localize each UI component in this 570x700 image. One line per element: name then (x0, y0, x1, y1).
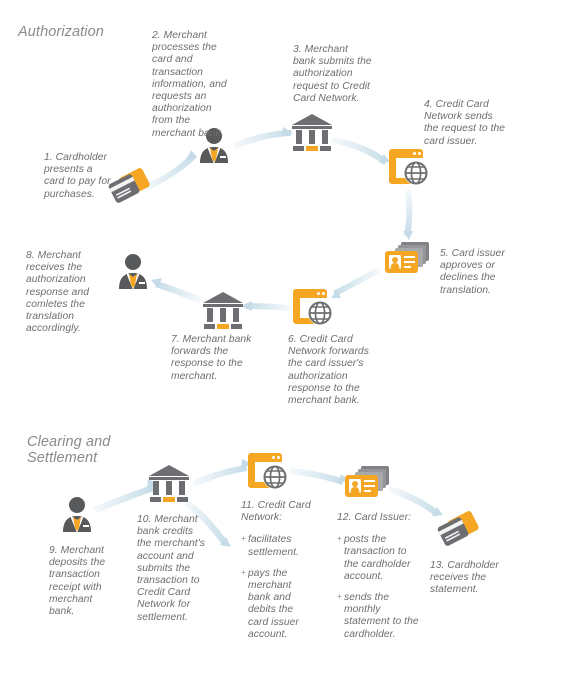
node-icon-credit-card-step13 (437, 510, 483, 554)
node-icon-bank-step10 (147, 463, 191, 503)
caption-step-6: 6. Credit Card Network forwards the card… (288, 334, 369, 407)
merchant-person-icon (119, 254, 147, 290)
caption-step-8: 8. Merchant receives the authorization r… (26, 250, 89, 335)
credit-card-icon (437, 511, 479, 546)
bullet-item: posts the transaction to the cardholder … (337, 533, 419, 583)
node-icon-bank-step3 (290, 112, 334, 152)
caption-step-11: 11. Credit Card Network: facilitates set… (241, 500, 313, 641)
caption-step-1: 1. Cardholder presents a card to pay for… (44, 152, 111, 200)
caption-step-11-heading: 11. Credit Card Network: (241, 500, 311, 524)
arrow-3-to-4 (331, 137, 390, 165)
merchant-person-icon (63, 497, 91, 533)
node-icon-card-issuer-step12 (343, 464, 391, 502)
caption-step-12: 12. Card Issuer: posts the transaction t… (337, 512, 419, 641)
caption-step-11-bullets: facilitates settlement. pays the merchan… (241, 533, 313, 641)
credit-card-icon (108, 168, 150, 203)
node-icon-credit-card-step1 (108, 167, 154, 211)
node-icon-network-step4 (387, 148, 431, 188)
card-issuer-icon (385, 242, 429, 273)
arrow-2-to-3 (233, 127, 293, 149)
node-icon-network-step6 (291, 288, 335, 328)
section-title-authorization: Authorization (18, 24, 104, 40)
arrow-4-to-5 (403, 190, 413, 240)
arrow-5-to-6 (331, 267, 381, 298)
node-icon-merchant-step9 (57, 495, 97, 535)
caption-step-2: 2. Merchant processes the card and trans… (152, 30, 227, 139)
bank-icon (292, 114, 332, 151)
caption-step-13: 13. Cardholder receives the statement. (430, 560, 499, 596)
node-icon-network-step11 (246, 452, 290, 492)
bank-icon (203, 292, 243, 329)
section-title-clearing: Clearing and Settlement (27, 434, 111, 466)
network-globe-icon (389, 149, 428, 185)
caption-step-7: 7. Merchant bank forwards the response t… (171, 334, 252, 382)
diagram-canvas: Authorization 1. Cardholder presents a c… (0, 0, 570, 700)
network-globe-icon (293, 289, 332, 325)
caption-step-4: 4. Credit Card Network sends the request… (424, 99, 506, 147)
arrow-10-to-11 (192, 459, 252, 487)
caption-step-9: 9. Merchant deposits the transaction rec… (49, 545, 106, 618)
caption-step-5: 5. Card issuer approves or declines the … (440, 248, 505, 296)
network-globe-icon (248, 453, 287, 489)
bullet-item: sends the monthly statement to the cardh… (337, 591, 419, 641)
arrow-11-to-12 (289, 468, 349, 485)
node-icon-merchant-step8 (113, 252, 153, 292)
caption-step-12-bullets: posts the transaction to the cardholder … (337, 533, 419, 641)
caption-step-10: 10. Merchant bank credits the merchant's… (137, 514, 205, 623)
caption-step-3: 3. Merchant bank submits the authorizati… (293, 44, 372, 104)
node-icon-card-issuer-step5 (383, 240, 431, 278)
bank-icon (149, 465, 189, 502)
node-icon-bank-step7 (201, 290, 245, 330)
arrow-7-to-8 (151, 278, 202, 303)
card-issuer-icon (345, 466, 389, 497)
bullet-item: facilitates settlement. (241, 533, 313, 558)
bullet-item: pays the merchant bank and debits the ca… (241, 567, 313, 641)
arrow-6-to-7 (241, 301, 291, 311)
caption-step-12-heading: 12. Card Issuer: (337, 512, 412, 523)
